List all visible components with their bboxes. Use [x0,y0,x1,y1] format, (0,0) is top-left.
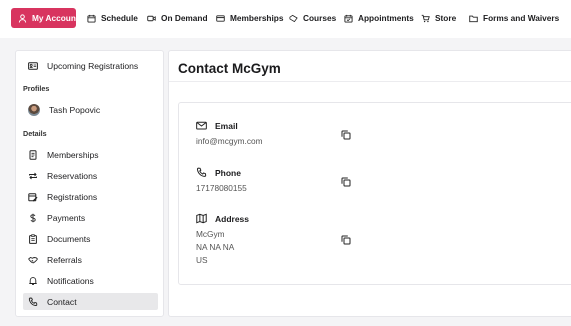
sidebar-item-label: Documents [47,233,91,244]
phone-value: 17178080155 [196,183,247,193]
sidebar-item-reservations[interactable]: Reservations [23,167,158,184]
sidebar-item-label: Payments [47,212,86,223]
nav-forms-and-waivers[interactable]: Forms and Waivers [469,8,559,28]
nav-label: Courses [303,13,337,23]
phone-field: Phone 17178080155 [196,167,247,195]
page-title: Contact McGym [178,61,281,76]
sidebar-item-referrals[interactable]: Referrals [23,251,158,268]
cart-icon [421,14,430,22]
sidebar-item-memberships[interactable]: Memberships [23,146,158,163]
sidebar-item-payments[interactable]: Payments [23,209,158,226]
calendar-check-icon [344,14,353,23]
email-value: info@mcgym.com [196,136,263,146]
address-line: US [196,255,208,265]
copy-address-button[interactable] [339,233,353,247]
nav-my-account[interactable]: My Account [11,8,79,28]
nav-label: Store [435,13,457,23]
address-value: McGym NA NA NA US [196,228,249,267]
sidebar-item-label: Referrals [47,254,82,265]
copy-icon [341,235,351,245]
clipboard-icon [29,233,37,244]
address-line: NA NA NA [196,242,235,252]
details-heading: Details [23,129,47,138]
nav-schedule[interactable]: Schedule [87,8,138,28]
nav-label: My Account [32,13,79,23]
account-sidebar: Upcoming Registrations Profiles Tash Pop… [15,50,164,317]
handshake-icon [28,256,38,263]
map-icon [196,213,207,224]
sidebar-item-registrations[interactable]: Registrations [23,188,158,205]
bell-icon [29,276,37,285]
copy-icon [341,177,351,187]
copy-email-button[interactable] [339,128,353,142]
address-line: McGym [196,229,225,239]
nav-store[interactable]: Store [421,8,456,28]
address-field: Address McGym NA NA NA US [196,213,249,267]
avatar [28,103,40,116]
nav-label: Appointments [358,13,414,23]
contact-panel: Contact McGym Email info@mcgym.com Phone… [168,50,571,317]
sidebar-item-label: Contact [47,296,77,307]
sidebar-item-label: Memberships [47,149,99,160]
nav-label: Forms and Waivers [483,13,560,23]
nav-courses[interactable]: Courses [289,8,336,28]
nav-label: Memberships [230,13,284,23]
divider [169,81,571,82]
nav-memberships[interactable]: Memberships [216,8,283,28]
dollar-icon [30,213,36,222]
calendar-edit-icon [28,192,38,201]
tag-icon [289,14,298,22]
nav-appointments[interactable]: Appointments [344,8,414,28]
profile-name: Tash Popovic [49,104,101,115]
sidebar-item-notifications[interactable]: Notifications [23,272,158,289]
nav-label: Schedule [101,13,138,23]
copy-phone-button[interactable] [339,175,353,189]
phone-label: Phone [215,167,241,178]
card-icon [216,14,225,22]
sidebar-item-profile[interactable]: Tash Popovic [23,101,158,118]
sidebar-item-label: Reservations [47,170,98,181]
repeat-icon [29,172,37,179]
calendar-icon [87,14,96,23]
profiles-heading: Profiles [23,84,50,93]
user-icon [18,13,27,23]
sidebar-item-upcoming-registrations[interactable]: Upcoming Registrations [23,57,158,74]
email-label: Email [215,120,238,131]
folder-icon [469,15,478,22]
nav-on-demand[interactable]: On Demand [147,8,208,28]
top-nav: My Account Schedule On Demand Membership… [0,0,571,38]
sidebar-item-contact[interactable]: Contact [23,293,158,310]
sidebar-item-label: Upcoming Registrations [47,60,139,71]
phone-icon [28,297,38,306]
badge-icon [29,149,37,160]
phone-icon [196,167,207,177]
contact-card: Email info@mcgym.com Phone 17178080155 A… [178,102,571,285]
address-label: Address [215,213,250,224]
id-card-icon [28,61,38,70]
sidebar-item-label: Registrations [47,191,98,202]
mail-icon [196,121,207,130]
nav-label: On Demand [161,13,208,23]
sidebar-item-label: Notifications [47,275,94,286]
video-icon [147,15,156,21]
email-field: Email info@mcgym.com [196,120,263,148]
copy-icon [341,130,351,140]
sidebar-item-documents[interactable]: Documents [23,230,158,247]
